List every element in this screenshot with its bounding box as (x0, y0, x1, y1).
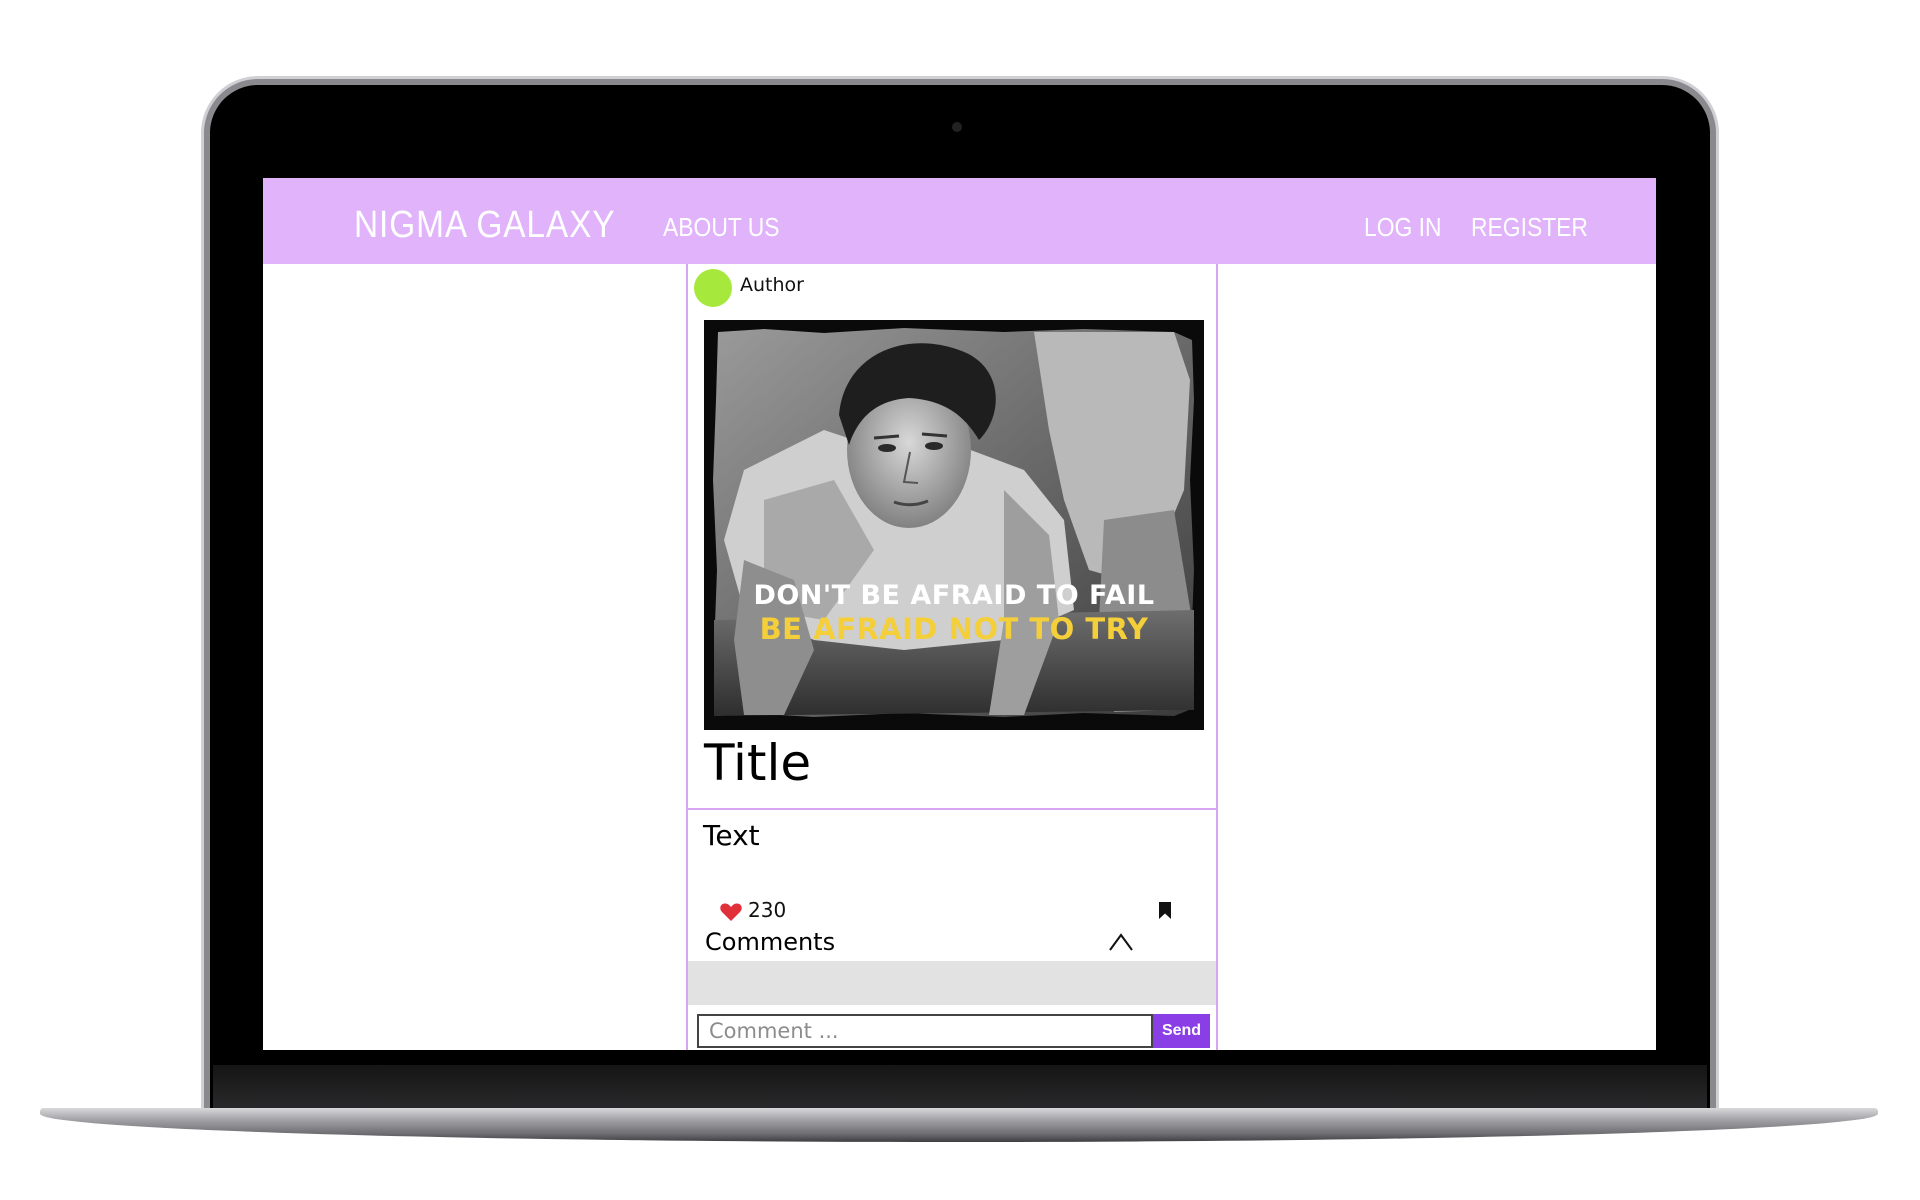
screen: NIGMA GALAXY ABOUT US LOG IN REGISTER Au… (263, 178, 1656, 1050)
heart-icon[interactable] (720, 902, 742, 922)
navbar: NIGMA GALAXY ABOUT US LOG IN REGISTER (263, 178, 1656, 264)
comment-input[interactable] (697, 1014, 1153, 1048)
post-image: DON'T BE AFRAID TO FAIL BE AFRAID NOT TO… (704, 320, 1204, 730)
image-caption-line1: DON'T BE AFRAID TO FAIL (753, 580, 1155, 611)
motivational-photo (704, 320, 1204, 730)
divider (688, 808, 1216, 810)
post-text: Text (703, 819, 760, 852)
like-count: 230 (748, 898, 787, 922)
comments-panel (688, 961, 1216, 1005)
laptop-hinge (213, 1065, 1707, 1111)
post-card: Author DON'T BE AFRAID TO FAIL BE AFRAID… (686, 264, 1218, 1050)
author-name[interactable]: Author (740, 274, 804, 296)
author-avatar[interactable] (694, 269, 732, 307)
nav-about-us[interactable]: ABOUT US (663, 212, 780, 243)
chevron-up-icon[interactable] (1108, 932, 1134, 952)
brand-logo[interactable]: NIGMA GALAXY (354, 204, 615, 247)
nav-log-in[interactable]: LOG IN (1364, 212, 1442, 243)
comments-label[interactable]: Comments (705, 928, 835, 956)
laptop-base (40, 1108, 1878, 1142)
bookmark-icon[interactable] (1158, 901, 1172, 920)
webcam (952, 122, 962, 132)
image-caption-line2: BE AFRAID NOT TO TRY (759, 612, 1149, 646)
comment-form: Send (697, 1014, 1210, 1048)
post-title: Title (704, 734, 812, 792)
nav-register[interactable]: REGISTER (1471, 212, 1588, 243)
send-button[interactable]: Send (1153, 1014, 1210, 1048)
